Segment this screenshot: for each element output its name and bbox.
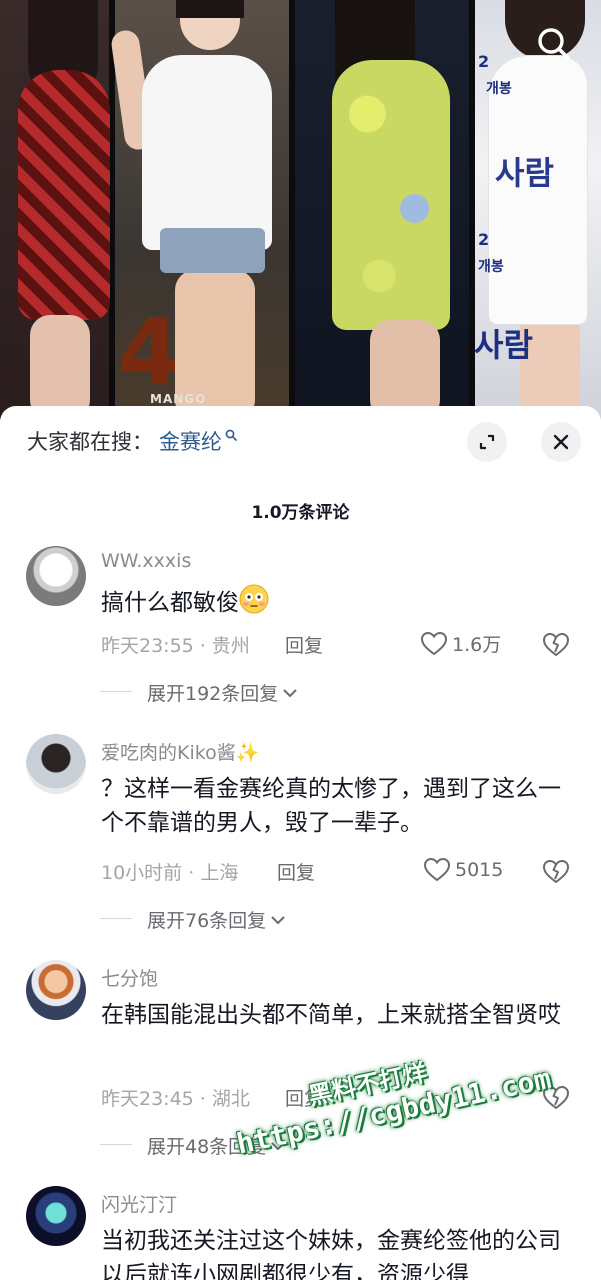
broken-heart-icon	[542, 1085, 570, 1110]
like-button[interactable]: 1.6万	[420, 630, 501, 657]
expand-sheet-button[interactable]	[467, 422, 507, 462]
dislike-button[interactable]	[541, 630, 571, 660]
close-icon	[553, 434, 569, 450]
comment-location: 贵州	[211, 635, 250, 657]
comment-meta: 10小时前 · 上海	[101, 862, 239, 884]
broken-heart-icon	[542, 859, 570, 884]
video-frame[interactable]: 4 2 개봉 사람 2 개봉 사람 MANGO	[0, 0, 601, 420]
reply-button[interactable]: 回复	[277, 858, 315, 885]
comment-time: 昨天23:45	[101, 1088, 194, 1110]
backdrop-text: 2	[478, 52, 490, 71]
expand-line	[100, 918, 132, 919]
comments-sheet: 大家都在搜： 金赛纶 1.0万条评论 WW.xxxis 搞什么都敏俊 昨天23:…	[0, 406, 601, 1280]
reply-button[interactable]: 回复	[285, 631, 323, 658]
heart-icon	[423, 857, 451, 882]
comment-username[interactable]: 爱吃肉的Kiko酱✨	[101, 738, 259, 765]
avatar[interactable]	[26, 960, 86, 1020]
heart-icon	[420, 631, 448, 655]
comment-location: 上海	[200, 862, 239, 884]
reply-button[interactable]: 回复	[285, 1084, 323, 1111]
comment-text[interactable]: ？这样一看金赛纶真的太惨了，遇到了这么一个不靠谱的男人，毁了一辈子。	[101, 772, 571, 840]
avatar[interactable]	[26, 546, 86, 606]
close-sheet-button[interactable]	[541, 422, 581, 462]
figure-blouse	[142, 55, 272, 250]
backdrop-text: 사람	[474, 326, 533, 364]
dislike-button[interactable]	[541, 857, 571, 887]
chevron-down-icon	[283, 688, 297, 697]
comments-count: 1.0万条评论	[251, 503, 350, 523]
expand-replies-label: 展开76条回复	[147, 910, 267, 932]
comment-username[interactable]: 七分饱	[101, 964, 158, 991]
broken-heart-icon	[542, 632, 570, 657]
backdrop-text: 개봉	[478, 259, 504, 275]
search-button[interactable]	[532, 22, 576, 66]
comment-text[interactable]: 在韩国能混出头都不简单，上来就搭全智贤哎	[101, 998, 571, 1032]
chevron-down-icon	[271, 915, 285, 924]
search-icon	[225, 429, 237, 441]
comment-location: 湖北	[211, 1088, 250, 1110]
search-suggestion: 大家都在搜： 金赛纶	[27, 426, 237, 456]
comment-text[interactable]: 当初我还关注过这个妹妹，金赛纶签他的公司以后就连小网剧都很少有，资源少得	[101, 1224, 571, 1280]
expand-icon	[479, 434, 495, 450]
comment-time: 10小时前	[101, 862, 183, 884]
figure-legs	[30, 315, 90, 420]
figure-shorts	[160, 228, 265, 273]
comment-text[interactable]: 搞什么都敏俊	[101, 584, 571, 620]
like-button[interactable]: 5015	[423, 857, 503, 883]
photo-divider	[289, 0, 295, 420]
suggestion-prefix: 大家都在搜：	[27, 430, 153, 454]
backdrop-text: 사람	[495, 154, 554, 192]
figure-dress	[18, 70, 110, 320]
stage-graphic: 4	[118, 300, 181, 405]
flushed-face-emoji-icon	[239, 584, 269, 614]
expand-replies-button[interactable]: 展开192条回复	[100, 679, 298, 706]
expand-line	[100, 1144, 132, 1145]
like-count: 5015	[455, 859, 504, 881]
backdrop-text: MANGO	[150, 392, 207, 406]
comment-text-content: 搞什么都敏俊	[101, 590, 239, 616]
comment-meta: 昨天23:55 · 贵州	[101, 635, 250, 657]
sheet-header: 大家都在搜： 金赛纶	[0, 406, 601, 478]
comment-time: 昨天23:55	[101, 635, 194, 657]
suggestion-keyword[interactable]: 金赛纶	[159, 426, 222, 456]
chevron-down-icon	[271, 1141, 285, 1150]
dislike-button[interactable]	[541, 1083, 571, 1113]
expand-replies-button[interactable]: 展开48条回复	[100, 1132, 286, 1159]
backdrop-text: 2	[478, 230, 490, 249]
figure-legs	[370, 320, 440, 420]
expand-replies-label: 展开48条回复	[147, 1136, 267, 1158]
search-icon	[538, 28, 570, 60]
expand-replies-label: 展开192条回复	[147, 683, 279, 705]
app-root: 4 2 개봉 사람 2 개봉 사람 MANGO 大家都在搜： 金赛纶 1.0万条…	[0, 0, 601, 1280]
expand-line	[100, 691, 132, 692]
backdrop-text: 개봉	[486, 81, 512, 97]
figure-dress	[332, 60, 450, 330]
avatar[interactable]	[26, 1186, 86, 1246]
expand-replies-button[interactable]: 展开76条回复	[100, 906, 286, 933]
comment-meta: 昨天23:45 · 湖北	[101, 1088, 250, 1110]
comment-username[interactable]: 闪光汀汀	[101, 1190, 177, 1217]
comment-username[interactable]: WW.xxxis	[101, 550, 191, 572]
figure-hair	[176, 0, 244, 18]
avatar[interactable]	[26, 734, 86, 794]
like-count: 1.6万	[452, 634, 502, 656]
